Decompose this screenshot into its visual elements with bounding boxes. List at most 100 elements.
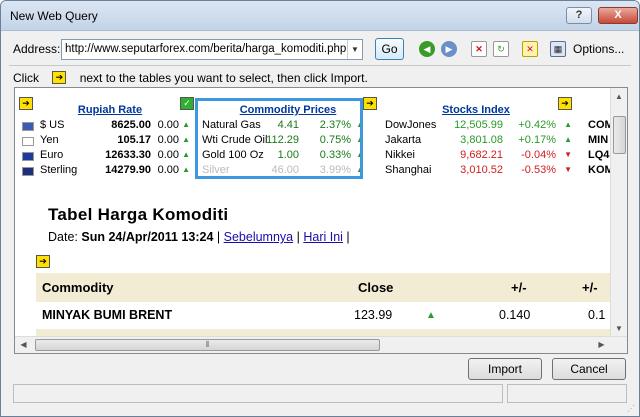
rupiah-row: Sterling 14279.90 0.00 ▲: [15, 164, 193, 179]
horizontal-scroll-thumb[interactable]: ⦀: [35, 339, 380, 351]
date-prefix: Date:: [48, 230, 78, 244]
down-arrow-icon: ▼: [564, 165, 572, 174]
stock-row: Jakarta 3,801.08 +0.17% ▲: [381, 134, 577, 149]
up-arrow-icon: ▲: [426, 310, 436, 321]
stock-value: 9,682.21: [460, 149, 503, 161]
rupiah-row: Euro 12633.30 0.00 ▲: [15, 149, 193, 164]
title-bar: New Web Query ? X: [1, 1, 639, 31]
web-preview-pane: ➔ ✓ Rupiah Rate $ US 8625.00 0.00 ▲ Yen 105.1…: [14, 87, 628, 354]
hide-icons-icon[interactable]: ✕: [522, 41, 538, 57]
uk-flag-icon: [22, 167, 34, 176]
hint-rest: next to the tables you want to select, t…: [79, 70, 368, 85]
table-select-arrow-icon[interactable]: ➔: [19, 97, 33, 110]
stocks-index-title[interactable]: Stocks Index: [421, 104, 531, 116]
help-button[interactable]: ?: [566, 7, 592, 24]
japan-flag-icon: [22, 137, 34, 146]
address-label: Address:: [13, 42, 61, 56]
address-input[interactable]: http://www.seputarforex.com/berita/harga…: [61, 39, 363, 60]
stock-row: Shanghai 3,010.52 -0.53% ▼: [381, 164, 577, 179]
close-button[interactable]: X: [598, 7, 638, 24]
stocks-index-panel: ➔ Stocks Index DowJones 12,505.99 +0.42% ▲ J…: [381, 88, 577, 183]
currency-change: 0.00: [157, 119, 179, 131]
separator: |: [296, 230, 300, 244]
import-button[interactable]: Import: [468, 358, 542, 380]
window-title: New Web Query: [10, 9, 98, 23]
forward-icon[interactable]: ▶: [441, 41, 457, 57]
right-row: COM: [588, 119, 611, 131]
scroll-down-icon[interactable]: ▼: [611, 320, 627, 337]
up-arrow-icon: ▲: [182, 150, 190, 159]
cell-change: 0.140: [499, 308, 531, 322]
up-arrow-icon: ▲: [182, 165, 190, 174]
header-commodity: Commodity: [42, 280, 114, 295]
scroll-right-icon[interactable]: ▶: [593, 337, 610, 353]
cancel-button[interactable]: Cancel: [552, 358, 626, 380]
refresh-icon[interactable]: ↻: [493, 41, 509, 57]
scroll-left-icon[interactable]: ◀: [15, 337, 32, 353]
stock-pct: -0.04%: [521, 149, 556, 161]
vertical-scroll-thumb[interactable]: [613, 116, 626, 154]
resize-grip-icon[interactable]: ⋰: [627, 404, 635, 413]
options-button[interactable]: Options...: [573, 42, 624, 56]
horizontal-scrollbar[interactable]: ◀ ⦀ ▶: [15, 336, 627, 353]
date-line: Date: Sun 24/Apr/2011 13:24 | Sebelumnya…: [48, 230, 350, 244]
page-title: Tabel Harga Komoditi: [48, 205, 229, 224]
table-header: Commodity Close +/- +/-: [36, 273, 611, 302]
currency-value: 8625.00: [111, 119, 151, 131]
table-select-arrow-icon[interactable]: ➔: [36, 255, 50, 268]
right-panel: COM MIN LQ45 KOM: [585, 88, 611, 183]
stock-name: Jakarta: [385, 134, 422, 146]
go-button[interactable]: Go: [375, 38, 404, 60]
currency-value: 105.17: [117, 134, 151, 146]
header-change: +/-: [511, 280, 527, 295]
stop-icon[interactable]: ✕: [471, 41, 487, 57]
right-row: LQ45: [588, 149, 611, 161]
stock-value: 3,010.52: [460, 164, 503, 176]
divider: [9, 65, 631, 66]
stock-name: Shanghai: [385, 164, 432, 176]
rupiah-row: $ US 8625.00 0.00 ▲: [15, 119, 193, 134]
currency-change: 0.00: [157, 164, 179, 176]
table-selected-check-icon[interactable]: ✓: [180, 97, 194, 110]
us-flag-icon: [22, 122, 34, 131]
up-arrow-icon: ▲: [182, 120, 190, 129]
page-content: Tabel Harga Komoditi Date: Sun 24/Apr/20…: [15, 188, 611, 339]
address-dropdown-icon[interactable]: ▼: [347, 40, 362, 59]
currency-name: Yen: [40, 134, 59, 146]
select-arrow-icon: ➔: [52, 71, 67, 85]
currency-name: Euro: [40, 149, 64, 161]
up-arrow-icon: ▲: [564, 120, 572, 129]
vertical-scrollbar[interactable]: ▲ ▼: [610, 88, 627, 337]
table-select-arrow-icon[interactable]: ➔: [558, 97, 572, 110]
separator: |: [346, 230, 350, 244]
stock-name: Nikkei: [385, 149, 415, 161]
previous-link[interactable]: Sebelumnya: [224, 230, 294, 244]
options-icon[interactable]: ▦: [550, 41, 566, 57]
down-arrow-icon: ▼: [564, 150, 572, 159]
stock-pct: -0.53%: [521, 164, 556, 176]
status-bar-progress: [507, 384, 627, 403]
table-row: MINYAK BUMI BRENT 123.99 ▲ 0.140 0.1: [36, 303, 611, 329]
scroll-up-icon[interactable]: ▲: [611, 88, 627, 105]
web-query-dialog: New Web Query ? X Address: http://www.se…: [0, 0, 640, 417]
currency-change: 0.00: [157, 134, 179, 146]
currency-change: 0.00: [157, 149, 179, 161]
instruction-text: Click ➔ next to the tables you want to s…: [13, 70, 368, 85]
today-link[interactable]: Hari Ini: [303, 230, 343, 244]
rupiah-rate-title[interactable]: Rupiah Rate: [55, 104, 165, 116]
stock-pct: +0.17%: [518, 134, 556, 146]
stock-row: DowJones 12,505.99 +0.42% ▲: [381, 119, 577, 134]
stock-pct: +0.42%: [518, 119, 556, 131]
stock-row: Nikkei 9,682.21 -0.04% ▼: [381, 149, 577, 164]
stock-value: 12,505.99: [454, 119, 503, 131]
stock-value: 3,801.08: [460, 134, 503, 146]
currency-name: Sterling: [40, 164, 78, 176]
header-close: Close: [358, 280, 394, 295]
up-arrow-icon: ▲: [182, 135, 190, 144]
status-bar: [13, 384, 503, 403]
address-value: http://www.seputarforex.com/berita/harga…: [65, 43, 347, 55]
rupiah-row: Yen 105.17 0.00 ▲: [15, 134, 193, 149]
cell-close: 123.99: [354, 308, 393, 322]
back-icon[interactable]: ◀: [419, 41, 435, 57]
stock-name: DowJones: [385, 119, 437, 131]
